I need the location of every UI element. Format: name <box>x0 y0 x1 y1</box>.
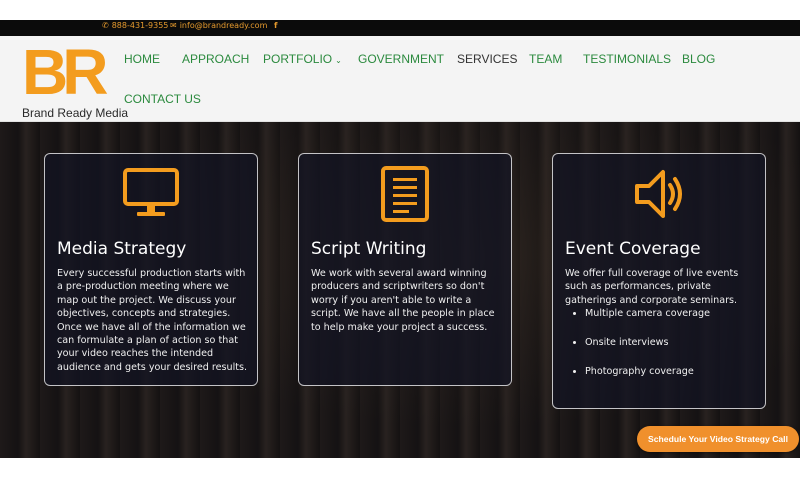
site-header: BR Brand Ready Media HOME APPROACH PORTF… <box>0 36 800 122</box>
contact-bar: ✆ 888-431-9355 ✉ info@brandready.com f <box>0 20 800 36</box>
card-title: Script Writing <box>311 239 427 259</box>
nav-item-testimonials[interactable]: TESTIMONIALS <box>583 52 671 66</box>
logo-mark: BR <box>22 36 108 108</box>
speaker-icon <box>635 170 682 218</box>
list-item: Photography coverage <box>585 365 755 394</box>
document-icon <box>381 166 429 222</box>
nav-item-team[interactable]: TEAM <box>529 52 562 66</box>
nav-item-government[interactable]: GOVERNMENT <box>358 52 444 66</box>
service-card-media-strategy: Media Strategy Every successful producti… <box>44 153 258 386</box>
logo[interactable]: BR Brand Ready Media <box>20 40 136 120</box>
email-address: info@brandready.com <box>179 21 268 30</box>
card-title: Media Strategy <box>57 239 187 259</box>
nav-item-portfolio[interactable]: PORTFOLIO ⌄ <box>263 52 342 66</box>
card-description: We offer full coverage of live events su… <box>565 268 739 306</box>
card-description: Every successful production starts with … <box>57 268 248 373</box>
nav-item-portfolio-label: PORTFOLIO <box>263 52 333 66</box>
nav-item-blog[interactable]: BLOG <box>682 52 715 66</box>
facebook-icon[interactable]: f <box>274 21 277 30</box>
services-section: Media Strategy Every successful producti… <box>0 122 800 458</box>
card-description: We work with several award winning produ… <box>311 268 495 333</box>
service-card-script-writing: Script Writing We work with several awar… <box>298 153 512 386</box>
list-item: Onsite interviews <box>585 336 755 365</box>
email-link[interactable]: ✉ info@brandready.com <box>170 21 267 30</box>
schedule-call-button[interactable]: Schedule Your Video Strategy Call <box>637 426 799 452</box>
nav-item-home[interactable]: HOME <box>124 52 160 66</box>
page-footer-strip <box>0 458 800 480</box>
nav-item-services[interactable]: SERVICES <box>457 52 517 66</box>
page: ✆ 888-431-9355 ✉ info@brandready.com f B… <box>0 0 800 480</box>
card-title: Event Coverage <box>565 239 701 259</box>
phone-icon: ✆ <box>102 21 109 30</box>
nav-item-contact-us[interactable]: CONTACT US <box>124 92 201 106</box>
monitor-icon <box>123 168 179 216</box>
phone-number: 888-431-9355 <box>111 21 169 30</box>
phone-link[interactable]: ✆ 888-431-9355 <box>102 21 168 30</box>
chevron-down-icon: ⌄ <box>335 56 342 65</box>
service-card-event-coverage: Event Coverage We offer full coverage of… <box>552 153 766 409</box>
nav-item-approach[interactable]: APPROACH <box>182 52 249 66</box>
feature-list: Multiple camera coverage Onsite intervie… <box>585 307 755 394</box>
list-item: Multiple camera coverage <box>585 307 755 336</box>
logo-name: Brand Ready Media <box>22 106 129 120</box>
envelope-icon: ✉ <box>170 21 177 30</box>
